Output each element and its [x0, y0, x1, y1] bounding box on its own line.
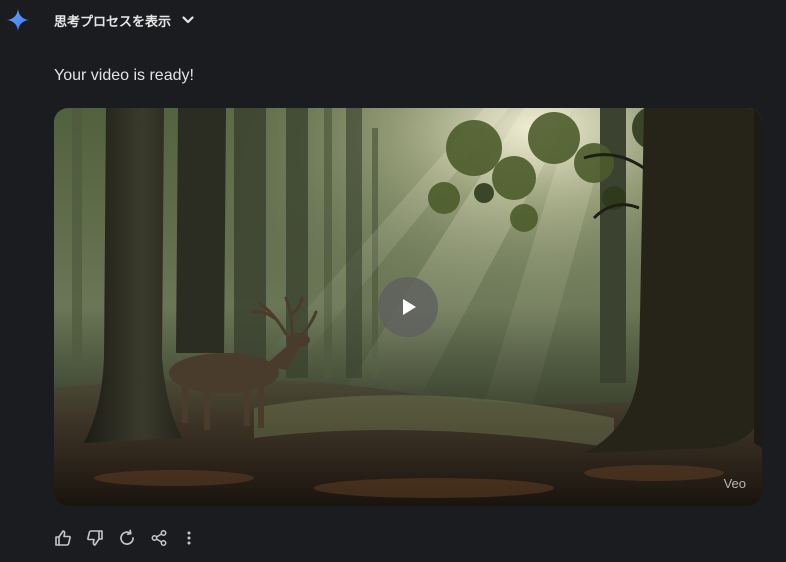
- veo-watermark: Veo: [723, 476, 746, 491]
- show-thoughts-toggle[interactable]: 思考プロセスを表示: [46, 6, 203, 34]
- more-options-button[interactable]: [180, 527, 198, 549]
- response-actions: [52, 527, 198, 549]
- more-vert-icon: [187, 531, 191, 545]
- chevron-down-icon: [182, 16, 194, 24]
- regenerate-button[interactable]: [116, 527, 138, 549]
- video-player[interactable]: Veo: [54, 108, 762, 506]
- thumbs-up-button[interactable]: [52, 527, 74, 549]
- response-message: Your video is ready!: [54, 67, 194, 84]
- share-button[interactable]: [148, 527, 170, 549]
- gemini-sparkle-icon: [7, 9, 29, 31]
- regenerate-icon: [120, 529, 134, 545]
- share-icon: [151, 530, 167, 546]
- chat-response: 思考プロセスを表示 Your video is ready! Veo: [0, 0, 786, 562]
- thumbs-down-icon: [87, 530, 103, 546]
- play-icon: [403, 299, 416, 315]
- response-header: 思考プロセスを表示: [0, 0, 786, 40]
- thumbs-down-button[interactable]: [84, 527, 106, 549]
- play-button[interactable]: [378, 277, 438, 337]
- show-thoughts-label: 思考プロセスを表示: [54, 14, 172, 30]
- thumbs-up-icon: [55, 530, 71, 546]
